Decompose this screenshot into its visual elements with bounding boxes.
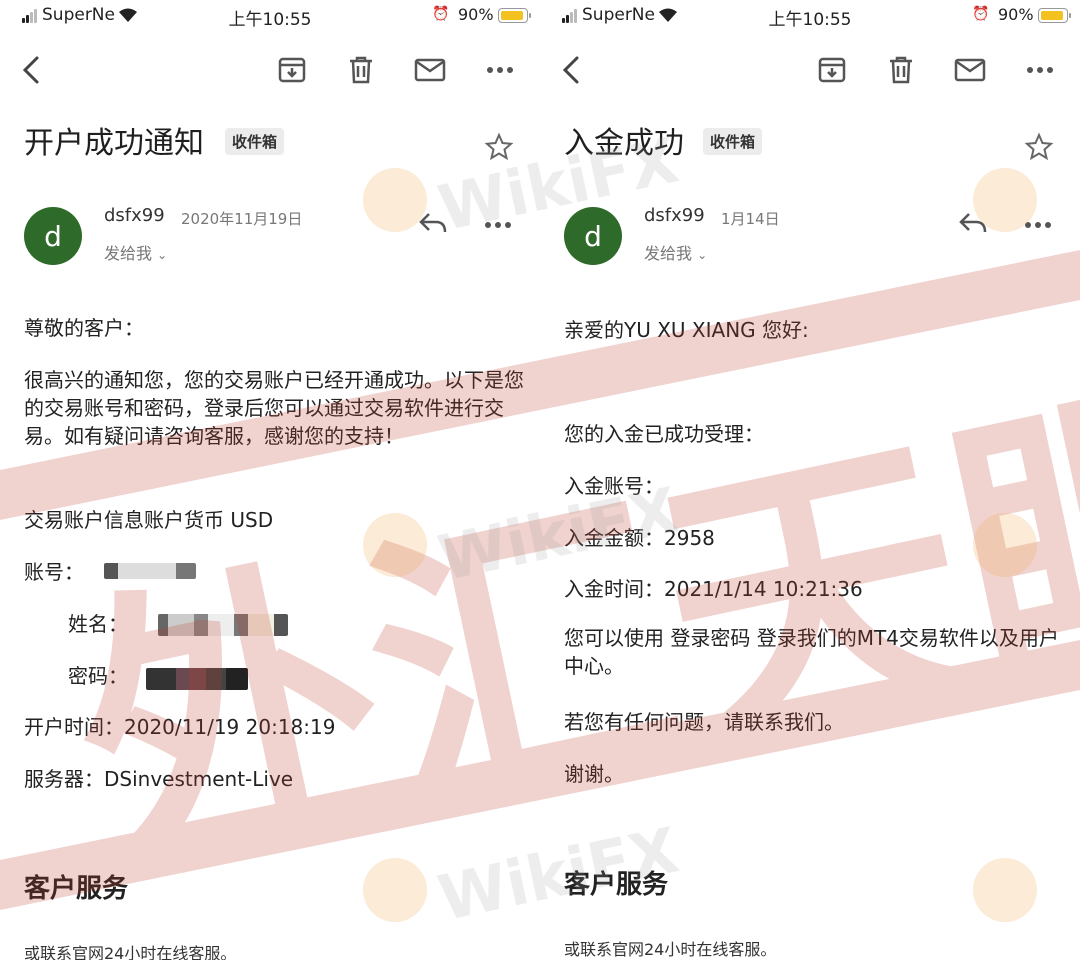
status-bar: SuperNe 上午10:55 ⏰ 90%: [0, 0, 540, 32]
deposit-amount: 入金金额：2958: [564, 526, 715, 550]
chevron-down-icon: ⌄: [157, 248, 168, 262]
footer-text: 或联系官网24小时在线客服。: [24, 944, 237, 960]
battery-percent: 90%: [998, 5, 1034, 24]
server-line: 服务器：DSinvestment-Live: [24, 767, 294, 791]
body-paragraph: 您可以使用 登录密码 登录我们的MT4交易软件以及用户中心。: [564, 626, 1059, 678]
email-toolbar: [0, 44, 540, 94]
redacted-account: [104, 563, 196, 579]
message-more-button[interactable]: [1024, 210, 1056, 240]
back-button[interactable]: [14, 52, 50, 88]
avatar[interactable]: d: [24, 207, 82, 265]
back-arrow-icon: [22, 56, 39, 84]
archive-icon: [818, 57, 846, 83]
star-icon: [484, 132, 514, 161]
deposit-account: 入金账号：: [564, 474, 664, 498]
email-subject: 开户成功通知: [24, 126, 204, 161]
back-arrow-icon: [562, 56, 579, 84]
email-subject: 入金成功: [564, 126, 684, 161]
star-button[interactable]: [484, 132, 516, 164]
greeting: 尊敬的客户：: [24, 316, 144, 340]
trash-icon: [890, 56, 912, 84]
email-toolbar: [540, 44, 1080, 94]
reply-button[interactable]: [418, 210, 454, 240]
mail-icon: [414, 58, 446, 82]
reply-button[interactable]: [958, 210, 994, 240]
more-dots-icon: [1027, 67, 1053, 73]
recipient-label: 发给我: [644, 244, 693, 263]
sender-name: dsfx99: [644, 205, 705, 226]
deposit-time: 入金时间：2021/1/14 10:21:36: [564, 577, 863, 601]
star-icon: [1024, 132, 1054, 161]
battery-icon: [1038, 8, 1071, 23]
chevron-down-icon: ⌄: [697, 248, 708, 262]
recipient-label: 发给我: [104, 244, 153, 263]
status-bar: SuperNe 上午10:55 ⏰ 90%: [540, 0, 1080, 32]
more-dots-icon: [485, 222, 511, 228]
email-panel-deposit-success: SuperNe 上午10:55 ⏰ 90% 入金成功 收件箱 d dsfx99 …: [540, 0, 1080, 960]
alarm-icon: ⏰: [972, 6, 990, 22]
mark-unread-button[interactable]: [952, 52, 988, 88]
star-button[interactable]: [1024, 132, 1056, 164]
mail-icon: [954, 58, 986, 82]
account-label: 账号：: [24, 560, 84, 584]
delete-button[interactable]: [883, 52, 919, 88]
archive-button[interactable]: [814, 52, 850, 88]
more-options-button[interactable]: [1022, 52, 1058, 88]
mark-unread-button[interactable]: [412, 52, 448, 88]
email-date: 1月14日: [721, 210, 780, 228]
more-options-button[interactable]: [482, 52, 518, 88]
body-paragraph: 很高兴的通知您，您的交易账户已经开通成功。以下是您的交易账号和密码，登录后您可以…: [24, 368, 524, 448]
currency-line: 交易账户信息账户货币 USD: [24, 508, 274, 532]
archive-icon: [278, 57, 306, 83]
more-dots-icon: [487, 67, 513, 73]
password-label: 密码：: [68, 664, 128, 688]
battery-percent: 90%: [458, 5, 494, 24]
sender-name: dsfx99: [104, 205, 165, 226]
section-title: 客户服务: [24, 874, 129, 904]
back-button[interactable]: [554, 52, 590, 88]
inbox-label[interactable]: 收件箱: [225, 128, 285, 155]
more-dots-icon: [1025, 222, 1051, 228]
name-label: 姓名：: [68, 612, 128, 636]
reply-icon: [959, 213, 987, 233]
recipient-toggle[interactable]: 发给我 ⌄: [104, 240, 167, 264]
deposit-accepted: 您的入金已成功受理：: [564, 422, 764, 446]
battery-icon: [498, 8, 531, 23]
redacted-password: [146, 668, 248, 690]
message-more-button[interactable]: [484, 210, 516, 240]
avatar[interactable]: d: [564, 207, 622, 265]
email-date: 2020年11月19日: [181, 210, 303, 228]
thanks-line: 谢谢。: [564, 762, 624, 786]
greeting: 亲爱的YU XU XIANG 您好:: [564, 318, 809, 342]
section-title: 客户服务: [564, 870, 669, 900]
redacted-name: [158, 614, 288, 636]
footer-text: 或联系官网24小时在线客服。: [564, 940, 777, 959]
open-time: 开户时间：2020/11/19 20:18:19: [24, 715, 336, 739]
email-panel-account-opened: SuperNe 上午10:55 ⏰ 90% 开户成功通知 收件箱 d dsfx9…: [0, 0, 540, 960]
contact-line: 若您有任何问题，请联系我们。: [564, 710, 844, 734]
inbox-label[interactable]: 收件箱: [703, 128, 763, 155]
delete-button[interactable]: [343, 52, 379, 88]
reply-icon: [419, 213, 447, 233]
archive-button[interactable]: [274, 52, 310, 88]
alarm-icon: ⏰: [432, 6, 450, 22]
recipient-toggle[interactable]: 发给我 ⌄: [644, 240, 707, 264]
trash-icon: [350, 56, 372, 84]
